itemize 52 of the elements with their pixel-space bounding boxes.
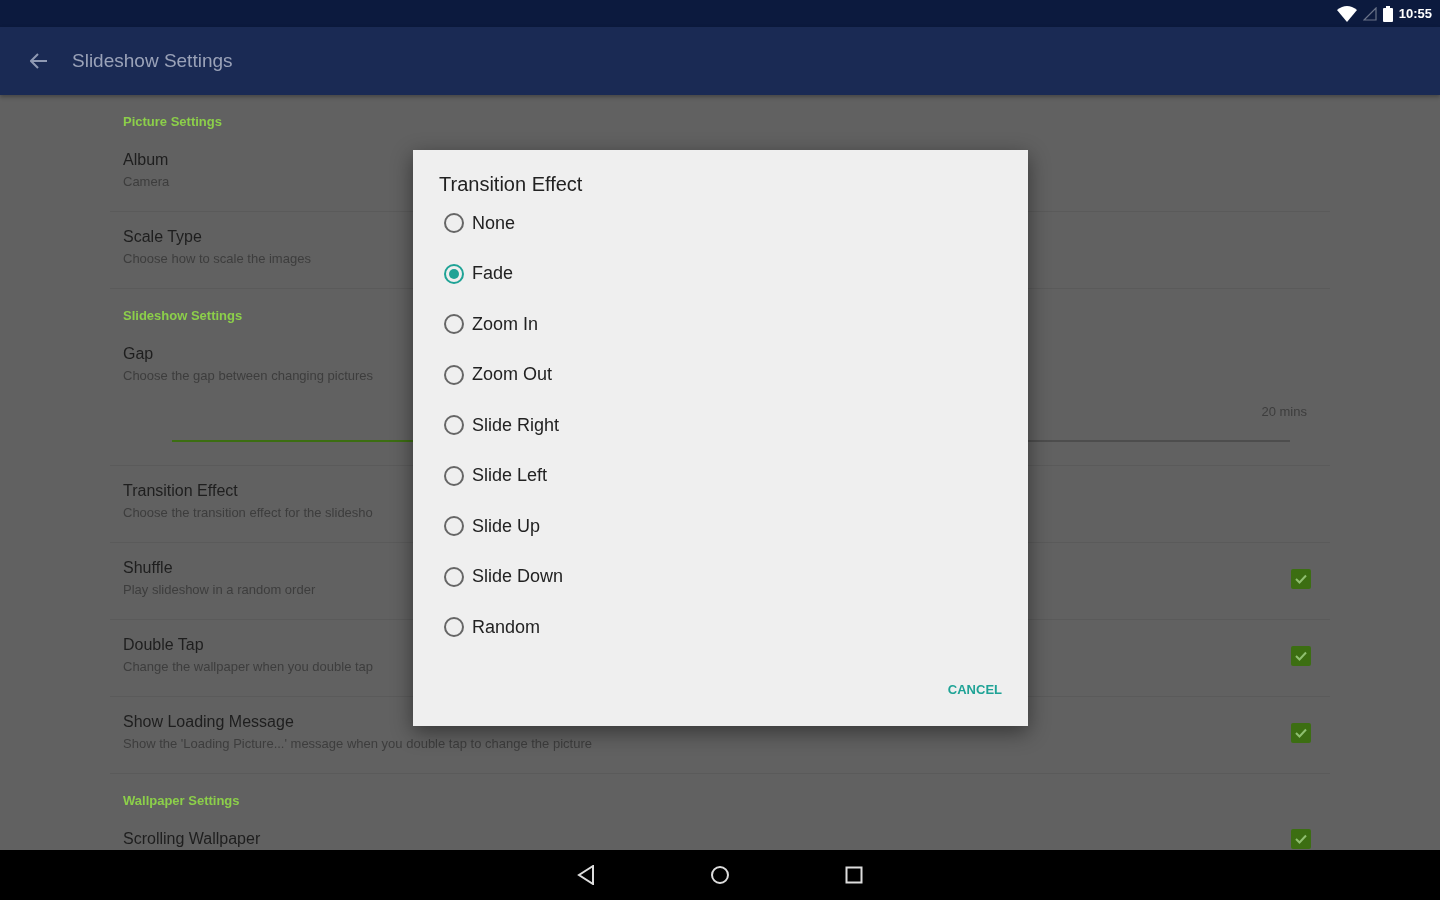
radio-button[interactable] xyxy=(444,415,464,436)
option-label: Random xyxy=(472,616,541,638)
radio-button[interactable] xyxy=(444,364,464,385)
category-header: Slideshow Settings xyxy=(123,308,243,323)
option-label: Zoom In xyxy=(472,313,539,335)
radio-button[interactable] xyxy=(444,617,464,638)
back-icon[interactable] xyxy=(577,865,595,885)
radio-option[interactable]: Slide Left xyxy=(439,450,548,501)
option-label: None xyxy=(472,212,516,234)
item-title: Show Loading Message xyxy=(123,712,294,732)
item-title: Double Tap xyxy=(123,635,204,655)
option-label: Slide Down xyxy=(472,566,564,588)
radio-button[interactable] xyxy=(444,314,464,335)
item-title: Shuffle xyxy=(123,558,173,578)
radio-button[interactable] xyxy=(444,213,464,234)
checkbox[interactable] xyxy=(1291,569,1311,589)
radio-option[interactable]: Zoom Out xyxy=(439,349,553,400)
battery-icon xyxy=(1382,5,1393,22)
radio-button[interactable] xyxy=(444,465,464,486)
radio-option[interactable]: Random xyxy=(439,602,541,653)
item-title: Gap xyxy=(123,344,154,364)
radio-button[interactable] xyxy=(444,566,464,587)
category-header: Picture Settings xyxy=(123,114,222,129)
checkbox[interactable] xyxy=(1291,646,1311,666)
checkbox[interactable] xyxy=(1291,723,1311,743)
category-header: Wallpaper Settings xyxy=(123,793,240,808)
radio-button[interactable] xyxy=(444,516,464,537)
home-icon[interactable] xyxy=(710,865,730,885)
radio-option[interactable]: Slide Up xyxy=(439,501,541,552)
option-label: Zoom Out xyxy=(472,364,553,386)
radio-option[interactable]: Zoom In xyxy=(439,299,539,350)
back-arrow-icon[interactable] xyxy=(30,53,48,69)
option-label: Slide Left xyxy=(472,465,548,487)
radio-button[interactable] xyxy=(444,263,464,284)
signal-icon xyxy=(1362,6,1377,21)
item-title: Scale Type xyxy=(123,227,202,247)
item-title: Transition Effect xyxy=(123,481,238,501)
option-label: Slide Right xyxy=(472,414,560,436)
option-label: Slide Up xyxy=(472,515,541,537)
item-title: Scrolling Wallpaper xyxy=(123,829,261,849)
status-time: 10:55 xyxy=(1398,6,1432,21)
option-label: Fade xyxy=(472,263,514,285)
dialog-title: Transition Effect xyxy=(439,172,583,197)
app-bar-title: Slideshow Settings xyxy=(72,50,233,72)
recents-icon[interactable] xyxy=(845,866,863,884)
checkbox[interactable] xyxy=(1291,829,1311,849)
radio-option[interactable]: Slide Right xyxy=(439,400,560,451)
radio-option[interactable]: None xyxy=(439,198,516,249)
wifi-icon xyxy=(1336,5,1357,22)
radio-option[interactable]: Slide Down xyxy=(439,551,564,602)
radio-option[interactable]: Fade xyxy=(439,248,514,299)
item-title: Album xyxy=(123,150,169,170)
